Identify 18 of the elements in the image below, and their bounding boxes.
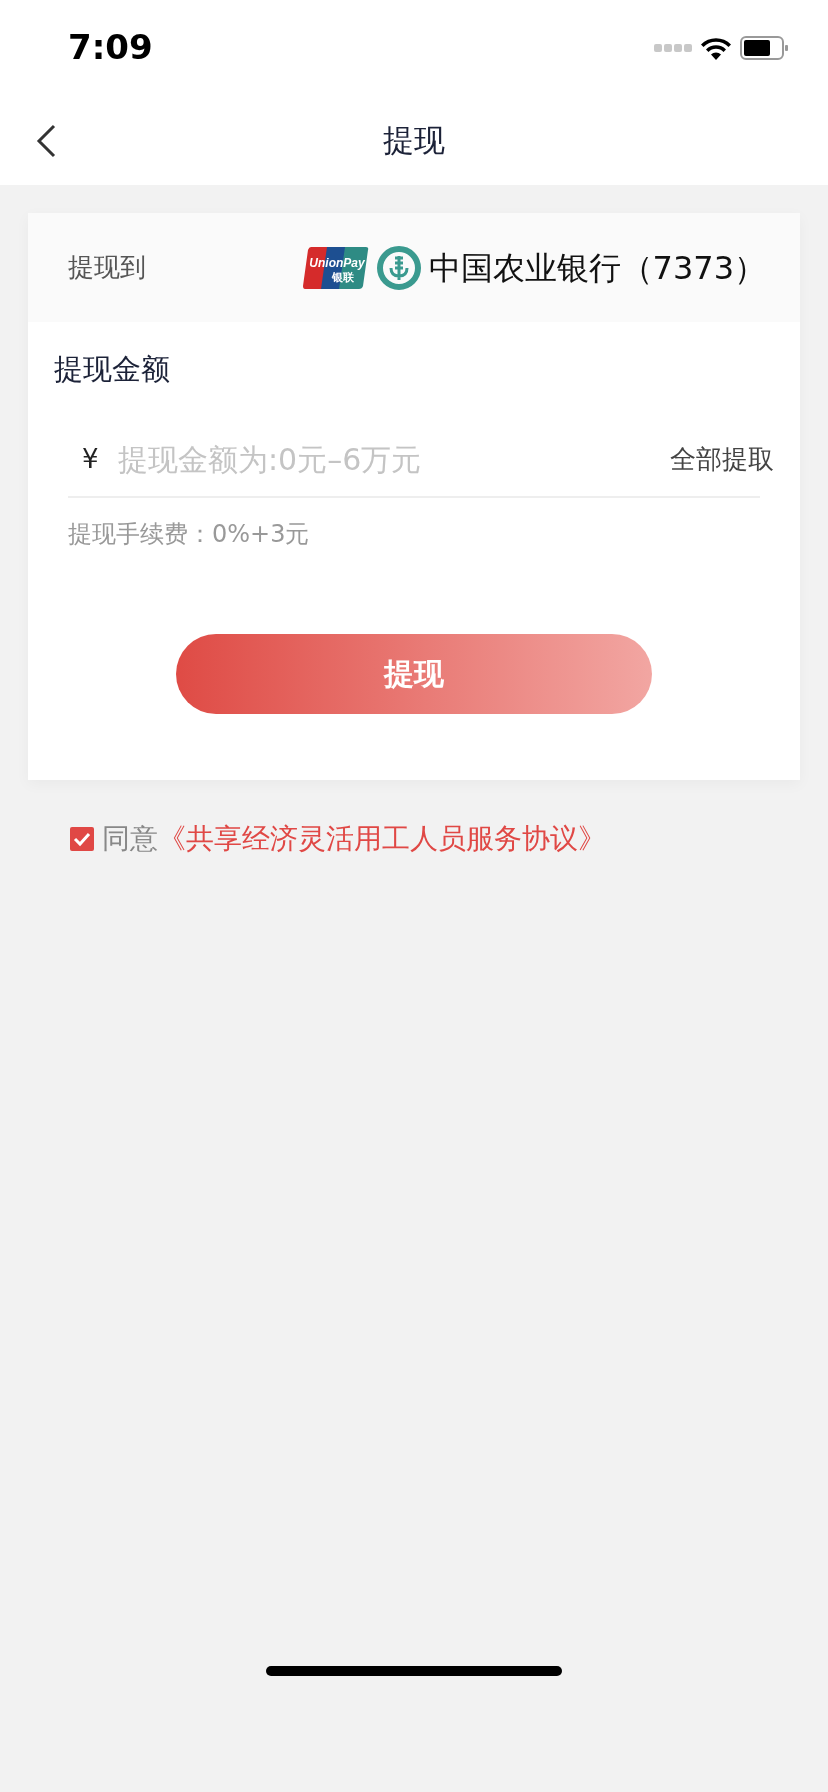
bank-name: 中国农业银行（7373）: [428, 247, 766, 289]
amount-heading: 提现金额: [53, 351, 171, 388]
checkbox[interactable]: [70, 826, 94, 851]
wifi-icon: [700, 35, 732, 60]
withdraw-to-label: 提现到: [68, 251, 146, 284]
status-time: 7:09: [68, 26, 153, 69]
page-title: 提现: [383, 120, 445, 160]
bank-logo: [376, 245, 421, 290]
agree-label: 同意: [102, 820, 158, 857]
currency-symbol: ¥: [81, 443, 100, 476]
withdraw-button[interactable]: 提现: [176, 633, 652, 714]
fee-text: 提现手续费：0%+3元: [67, 518, 311, 550]
withdraw-all-link[interactable]: 全部提取: [670, 440, 774, 479]
amount-input[interactable]: 提现金额为:0元–6万元: [118, 437, 670, 482]
back-button[interactable]: [34, 123, 58, 159]
battery-icon: [740, 35, 788, 60]
agreement-link[interactable]: 《共享经济灵活用工人员服务协议》: [158, 817, 606, 860]
signal-icon: [654, 42, 692, 53]
